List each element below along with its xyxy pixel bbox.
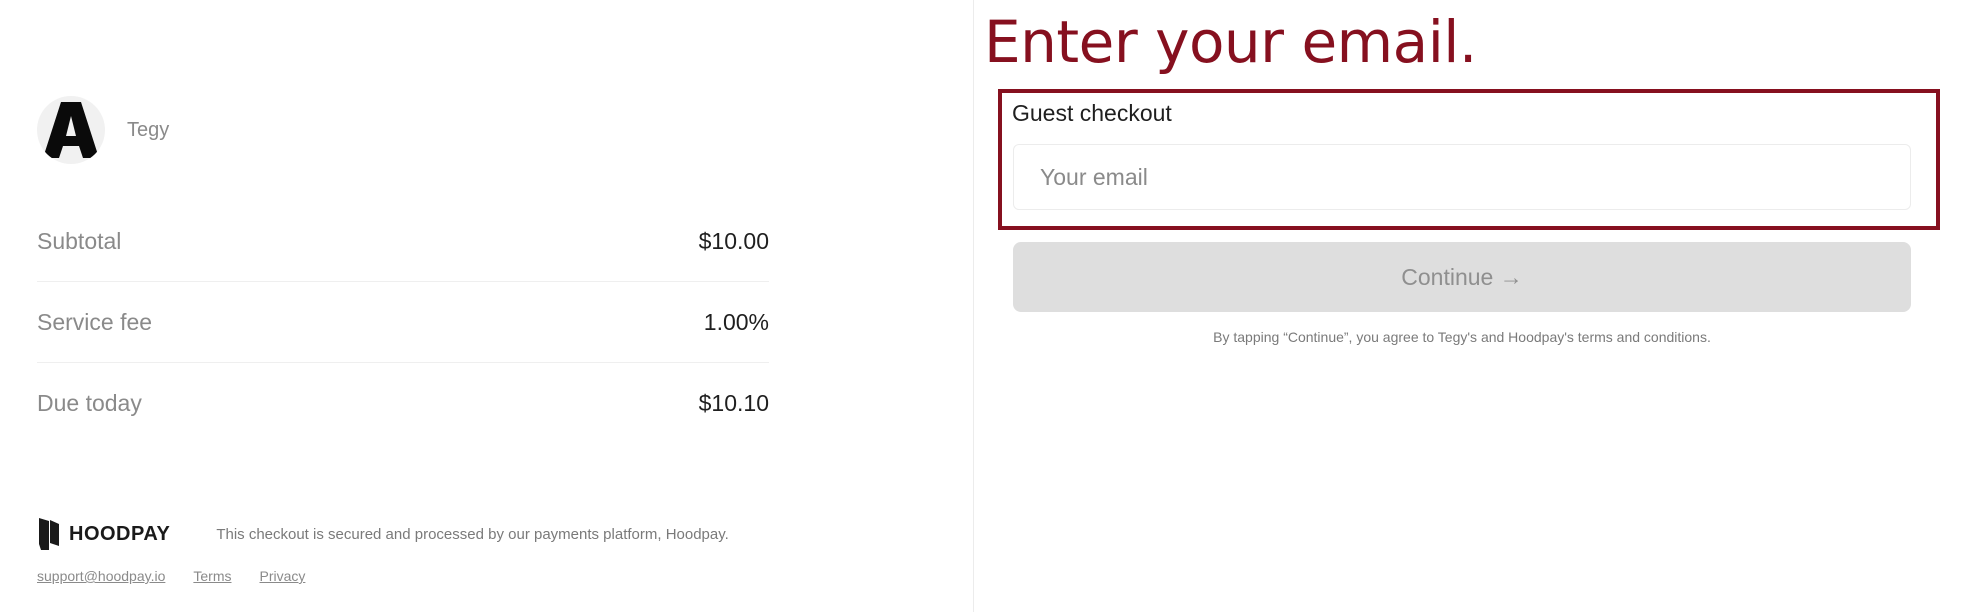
summary-value: 1.00% xyxy=(703,308,769,335)
hoodpay-logo-icon xyxy=(39,518,59,550)
support-email-link[interactable]: support@hoodpay.io xyxy=(37,568,165,584)
merchant-avatar xyxy=(37,96,105,164)
summary-row-due-today: Due today $10.10 xyxy=(37,363,769,444)
brand-wordmark: HOODPAY xyxy=(69,522,171,545)
order-summary-panel: Tegy Subtotal $10.00 Service fee 1.00% D… xyxy=(0,0,974,612)
merchant-header: Tegy xyxy=(37,96,169,164)
terms-note: By tapping “Continue”, you agree to Tegy… xyxy=(1213,329,1711,345)
checkout-page: Tegy Subtotal $10.00 Service fee 1.00% D… xyxy=(0,0,1964,612)
footer-links: support@hoodpay.io Terms Privacy xyxy=(37,568,333,584)
summary-row-service-fee: Service fee 1.00% xyxy=(37,282,769,363)
summary-label: Due today xyxy=(37,390,142,416)
terms-link[interactable]: Terms xyxy=(193,568,231,584)
secure-note: This checkout is secured and processed b… xyxy=(216,525,729,543)
summary-value: $10.10 xyxy=(698,390,769,416)
summary-value: $10.00 xyxy=(698,227,769,254)
hoodpay-logo: HOODPAY xyxy=(37,516,170,552)
price-summary: Subtotal $10.00 Service fee 1.00% Due to… xyxy=(37,201,769,444)
summary-label: Service fee xyxy=(37,308,153,335)
summary-row-subtotal: Subtotal $10.00 xyxy=(37,201,769,282)
merchant-name: Tegy xyxy=(127,118,170,141)
guest-checkout-label: Guest checkout xyxy=(1012,100,1172,126)
continue-button[interactable]: Continue → xyxy=(1013,242,1911,312)
privacy-link[interactable]: Privacy xyxy=(260,568,306,584)
letter-a-avatar-icon xyxy=(43,102,99,158)
email-input[interactable] xyxy=(1013,144,1911,210)
annotation-title: Enter your email. xyxy=(984,8,1477,76)
summary-label: Subtotal xyxy=(37,227,122,254)
brand-row: HOODPAY This checkout is secured and pro… xyxy=(37,516,729,552)
